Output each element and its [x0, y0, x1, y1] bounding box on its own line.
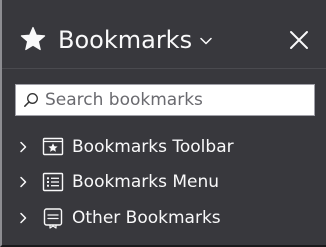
chevron-right-icon[interactable] [19, 176, 27, 188]
bookmarks-sidebar: Bookmarks Bookmarks Toolbar [0, 0, 326, 247]
chevron-right-icon[interactable] [19, 212, 27, 224]
chevron-right-icon[interactable] [19, 141, 27, 153]
close-icon[interactable] [287, 28, 311, 52]
tree-item-label: Other Bookmarks [72, 208, 221, 228]
tree-item-label: Bookmarks Toolbar [72, 137, 234, 157]
sidebar-switcher-button[interactable]: Bookmarks [58, 22, 212, 58]
tree-item-bookmarks-toolbar[interactable]: Bookmarks Toolbar [2, 134, 326, 160]
tree-item-other-bookmarks[interactable]: Other Bookmarks [2, 205, 326, 231]
chevron-down-icon [200, 37, 212, 45]
search-icon [24, 93, 38, 107]
search-box[interactable] [15, 84, 315, 116]
tree-item-label: Bookmarks Menu [72, 172, 220, 192]
bookmarks-menu-icon [42, 172, 64, 192]
sidebar-header: Bookmarks [2, 0, 326, 68]
search-input[interactable] [45, 86, 305, 114]
other-bookmarks-icon [43, 208, 63, 229]
sidebar-title: Bookmarks [58, 26, 193, 54]
tree-item-bookmarks-menu[interactable]: Bookmarks Menu [2, 169, 326, 195]
star-icon [20, 26, 46, 51]
bookmarks-toolbar-icon [42, 137, 64, 156]
header-divider [2, 68, 326, 69]
